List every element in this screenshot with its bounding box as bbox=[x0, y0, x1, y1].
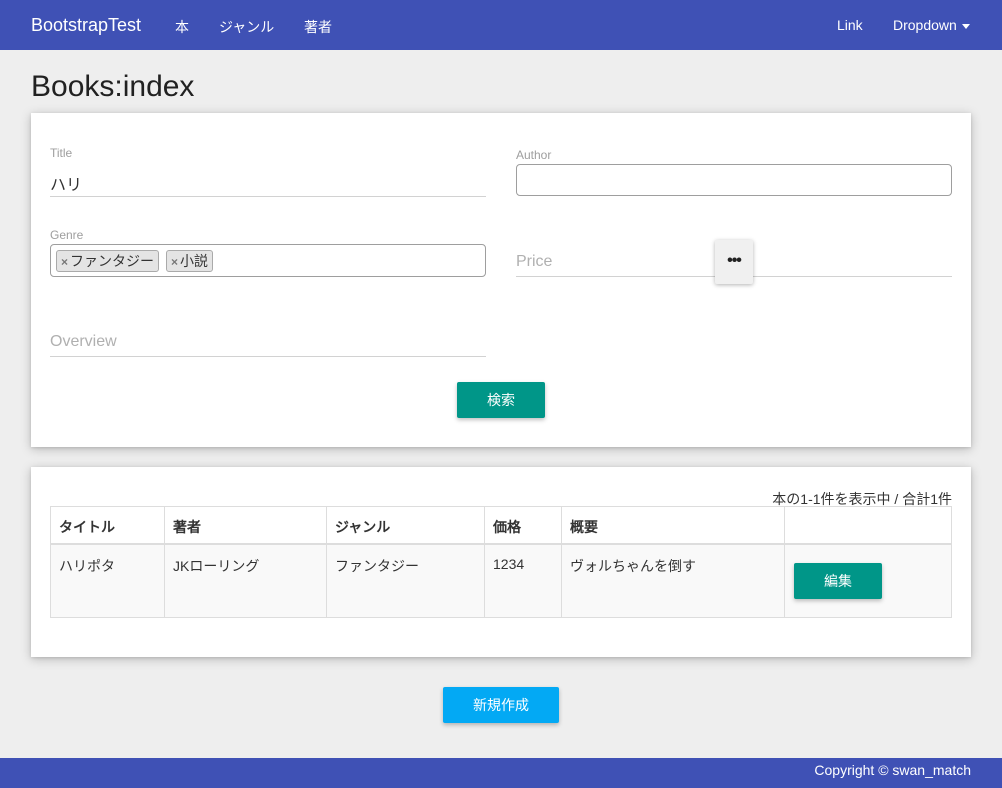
col-header-price: 価格 bbox=[484, 506, 562, 545]
genre-tag-label: 小説 bbox=[180, 253, 209, 269]
genre-select[interactable]: × ファンタジー × 小説 bbox=[50, 244, 486, 277]
page-title: Books:index bbox=[31, 70, 195, 103]
col-header-overview: 概要 bbox=[561, 506, 785, 545]
copyright-text: Copyright © swan_match bbox=[814, 762, 971, 778]
more-options-button[interactable]: ••• bbox=[715, 240, 753, 284]
remove-tag-icon[interactable]: × bbox=[171, 255, 178, 269]
footer: Copyright © swan_match bbox=[0, 758, 1002, 788]
nav-dropdown-label: Dropdown bbox=[893, 17, 957, 33]
title-field-label: Title bbox=[50, 146, 73, 160]
nav-link-genres[interactable]: ジャンル bbox=[219, 17, 274, 37]
results-card: 本の1-1件を表示中 / 合計1件 タイトル 著者 ジャンル 価格 概要 ハリポ… bbox=[31, 467, 971, 657]
genre-tag-fantasy[interactable]: × ファンタジー bbox=[56, 250, 160, 272]
cell-author: JKローリング bbox=[164, 543, 327, 618]
cell-title: ハリポタ bbox=[50, 543, 165, 618]
table-header-row: タイトル 著者 ジャンル 価格 概要 bbox=[50, 506, 952, 545]
col-header-genre: ジャンル bbox=[326, 506, 485, 545]
overview-input-underline bbox=[50, 356, 486, 357]
author-input[interactable] bbox=[516, 164, 952, 196]
navbar: BootstrapTest 本 ジャンル 著者 Link Dropdown bbox=[0, 0, 1002, 50]
nav-link-authors[interactable]: 著者 bbox=[304, 17, 332, 37]
title-input-underline bbox=[50, 196, 486, 197]
cell-price: 1234 bbox=[484, 543, 562, 618]
nav-dropdown[interactable]: Dropdown bbox=[893, 17, 970, 33]
col-header-title: タイトル bbox=[50, 506, 165, 545]
cell-overview: ヴォルちゃんを倒す bbox=[561, 543, 785, 618]
title-input[interactable]: ハリ bbox=[50, 171, 82, 195]
caret-down-icon bbox=[961, 23, 970, 29]
price-input[interactable]: Price bbox=[516, 253, 552, 271]
navbar-brand[interactable]: BootstrapTest bbox=[31, 15, 141, 36]
col-header-actions bbox=[784, 506, 952, 545]
col-header-author: 著者 bbox=[164, 506, 327, 545]
new-book-button[interactable]: 新規作成 bbox=[443, 687, 559, 723]
author-field-label: Author bbox=[516, 148, 552, 162]
genre-tag-label: ファンタジー bbox=[70, 253, 155, 269]
ellipsis-icon: ••• bbox=[727, 252, 742, 269]
edit-button[interactable]: 編集 bbox=[794, 563, 882, 599]
books-table: タイトル 著者 ジャンル 価格 概要 ハリポタ JKローリング ファンタジー 1… bbox=[50, 506, 952, 618]
nav-link[interactable]: Link bbox=[837, 17, 863, 33]
cell-genre: ファンタジー bbox=[326, 543, 485, 618]
genre-field-label: Genre bbox=[50, 228, 84, 242]
search-card: Title ハリ Author Genre × ファンタジー × 小説 Price … bbox=[31, 113, 971, 447]
nav-link-books[interactable]: 本 bbox=[175, 17, 189, 37]
search-button[interactable]: 検索 bbox=[457, 382, 545, 418]
remove-tag-icon[interactable]: × bbox=[61, 255, 68, 269]
overview-input[interactable]: Overview bbox=[50, 333, 117, 351]
genre-tag-novel[interactable]: × 小説 bbox=[166, 250, 214, 272]
